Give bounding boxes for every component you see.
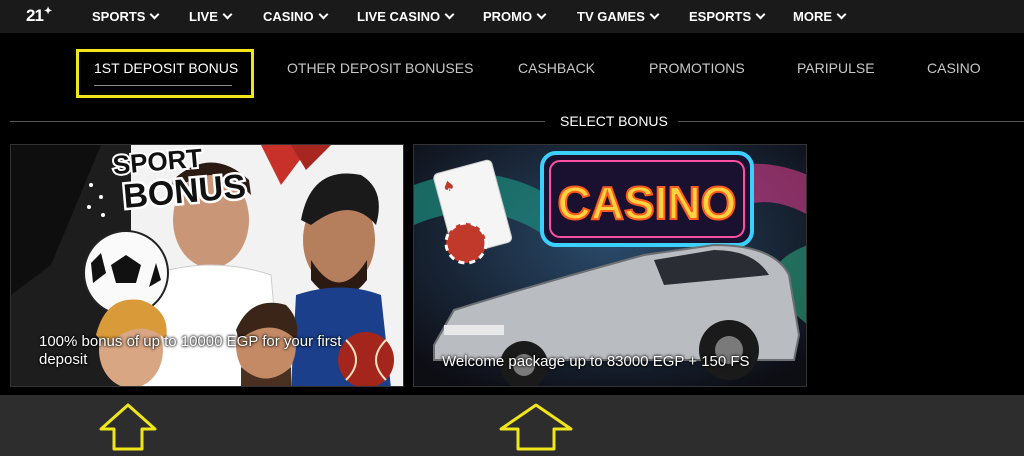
chevron-down-icon xyxy=(649,9,660,20)
caption-line: 100% bonus of up to 10000 EGP for your f… xyxy=(39,333,342,350)
casino-artwork: ♠ CASINO xyxy=(414,145,806,386)
nav-item-label: SPORTS xyxy=(92,9,146,24)
nav-item-more[interactable]: MORE xyxy=(793,9,847,24)
nav-item-label: MORE xyxy=(793,9,832,24)
site-logo[interactable]: 21✦ xyxy=(26,6,52,26)
tab-cashback[interactable]: CASHBACK xyxy=(518,60,595,76)
up-arrow-icon xyxy=(499,403,573,451)
nav-item-esports[interactable]: ESPORTS xyxy=(689,9,766,24)
top-navigation: 21✦ SPORTS LIVE CASINO LIVE CASINO PROMO… xyxy=(0,0,1024,33)
chevron-down-icon xyxy=(318,9,329,20)
tab-promotions[interactable]: PROMOTIONS xyxy=(649,60,745,76)
nav-item-live[interactable]: LIVE xyxy=(189,9,233,24)
nav-item-label: ESPORTS xyxy=(689,9,752,24)
bonus-card-sport[interactable]: SPORT BONUS 100% bonus of up to 10000 EG… xyxy=(10,144,404,387)
tab-paripulse[interactable]: PARIPULSE xyxy=(797,60,875,76)
chevron-down-icon xyxy=(536,9,547,20)
chevron-down-icon xyxy=(836,9,847,20)
card-caption: Welcome package up to 83000 EGP + 150 FS xyxy=(442,353,750,370)
logo-mark: ✦ xyxy=(43,6,52,17)
chevron-down-icon xyxy=(222,9,233,20)
caption-line: deposit xyxy=(39,351,88,368)
tab-casino[interactable]: CASINO xyxy=(927,60,981,76)
nav-item-label: LIVE xyxy=(189,9,218,24)
nav-item-sports[interactable]: SPORTS xyxy=(92,9,160,24)
logo-text: 21 xyxy=(26,6,44,25)
divider-left xyxy=(10,121,545,122)
card-caption: 100% bonus of up to 10000 EGP for your f… xyxy=(39,333,341,369)
nav-item-live-casino[interactable]: LIVE CASINO xyxy=(357,9,455,24)
nav-item-casino[interactable]: CASINO xyxy=(263,9,329,24)
up-arrow-icon xyxy=(99,403,157,451)
nav-item-promo[interactable]: PROMO xyxy=(483,9,547,24)
banner-casino-text: CASINO xyxy=(558,177,737,229)
nav-item-tv-games[interactable]: TV GAMES xyxy=(577,9,660,24)
chevron-down-icon xyxy=(150,9,160,20)
nav-item-label: LIVE CASINO xyxy=(357,9,441,24)
nav-item-label: CASINO xyxy=(263,9,314,24)
chevron-down-icon xyxy=(755,9,766,20)
tab-other-deposit-bonuses[interactable]: OTHER DEPOSIT BONUSES xyxy=(287,60,473,76)
bonus-card-casino[interactable]: ♠ CASINO Welcome package up to 83000 EGP… xyxy=(413,144,807,387)
divider-right xyxy=(678,121,1024,122)
highlight-box xyxy=(76,49,254,98)
nav-item-label: PROMO xyxy=(483,9,533,24)
nav-item-label: TV GAMES xyxy=(577,9,645,24)
chevron-down-icon xyxy=(444,9,455,20)
section-title: SELECT BONUS xyxy=(560,113,668,129)
